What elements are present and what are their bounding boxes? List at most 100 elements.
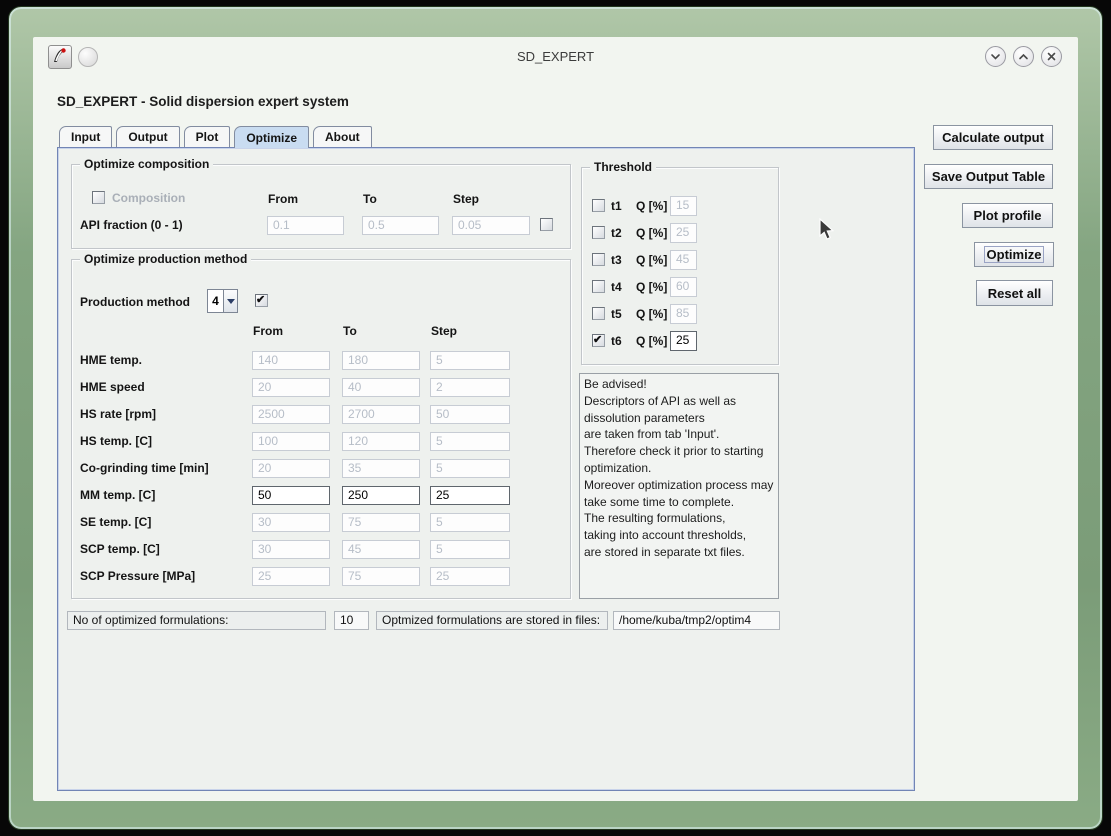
- t2-q-input[interactable]: 25: [670, 223, 697, 243]
- threshold-row: ✔ t2 Q [%] 25: [582, 223, 778, 243]
- button-label: Plot profile: [973, 208, 1042, 223]
- t6-checkbox[interactable]: ✔: [592, 334, 605, 347]
- row-label: HME speed: [80, 380, 145, 394]
- button-label: Optimize: [986, 247, 1042, 262]
- row-label: HS rate [rpm]: [80, 407, 157, 421]
- t3-q-input[interactable]: 45: [670, 250, 697, 270]
- from-input[interactable]: 25: [252, 567, 330, 586]
- step-input[interactable]: 50: [430, 405, 510, 424]
- tab-optimize[interactable]: Optimize: [234, 126, 309, 148]
- formulations-count-label: No of optimized formulations:: [67, 611, 326, 630]
- tab-plot[interactable]: Plot: [183, 126, 231, 147]
- window-title: SD_EXPERT: [516, 49, 595, 64]
- row-label: SE temp. [C]: [80, 515, 152, 529]
- t4-q-input[interactable]: 60: [670, 277, 697, 297]
- tab-output[interactable]: Output: [116, 126, 180, 147]
- t3-checkbox[interactable]: ✔: [592, 253, 605, 266]
- composition-checkbox[interactable]: ✔: [92, 191, 105, 204]
- api-fraction-step-input[interactable]: 0.05: [452, 216, 530, 235]
- row-label: SCP temp. [C]: [80, 542, 160, 556]
- q-label: Q [%]: [636, 226, 668, 240]
- from-input[interactable]: 2500: [252, 405, 330, 424]
- api-fraction-checkbox[interactable]: ✔: [540, 218, 553, 231]
- column-header-from: From: [253, 324, 283, 338]
- from-input[interactable]: 30: [252, 513, 330, 532]
- tab-about[interactable]: About: [313, 126, 372, 147]
- from-input[interactable]: 140: [252, 351, 330, 370]
- close-button[interactable]: [1041, 46, 1062, 67]
- to-input[interactable]: 75: [342, 513, 420, 532]
- plot-profile-button[interactable]: Plot profile: [962, 203, 1053, 228]
- close-icon: [1046, 51, 1057, 62]
- production-method-label: Production method: [80, 295, 190, 309]
- threshold-label: t6: [611, 334, 622, 348]
- threshold-row: ✔ t4 Q [%] 60: [582, 277, 778, 297]
- to-input[interactable]: 2700: [342, 405, 420, 424]
- threshold-row: ✔ t3 Q [%] 45: [582, 250, 778, 270]
- to-input[interactable]: 180: [342, 351, 420, 370]
- mouse-cursor-icon: [815, 217, 837, 247]
- t1-checkbox[interactable]: ✔: [592, 199, 605, 212]
- column-header-step: Step: [431, 324, 458, 338]
- calculate-output-button[interactable]: Calculate output: [933, 125, 1053, 150]
- formulations-count-value[interactable]: 10: [334, 611, 369, 630]
- t5-q-input[interactable]: 85: [670, 304, 697, 324]
- optimize-composition-group: Optimize composition ✔ Composition From …: [71, 157, 571, 249]
- t2-checkbox[interactable]: ✔: [592, 226, 605, 239]
- tab-input[interactable]: Input: [59, 126, 113, 147]
- check-icon: ✔: [256, 294, 266, 306]
- step-input[interactable]: 25: [430, 567, 510, 586]
- to-input[interactable]: 35: [342, 459, 420, 478]
- api-fraction-to-input[interactable]: 0.5: [362, 216, 439, 235]
- from-input[interactable]: 20: [252, 378, 330, 397]
- row-label: Co-grinding time [min]: [80, 461, 209, 475]
- from-input[interactable]: 100: [252, 432, 330, 451]
- t1-q-input[interactable]: 15: [670, 196, 697, 216]
- q-label: Q [%]: [636, 334, 668, 348]
- to-input[interactable]: 40: [342, 378, 420, 397]
- api-fraction-from-input[interactable]: 0.1: [267, 216, 344, 235]
- from-input[interactable]: 30: [252, 540, 330, 559]
- row-label: HS temp. [C]: [80, 434, 152, 448]
- maximize-button[interactable]: [1013, 46, 1034, 67]
- minimize-button[interactable]: [985, 46, 1006, 67]
- step-input[interactable]: 5: [430, 459, 510, 478]
- files-label: Optmized formulations are stored in file…: [376, 611, 608, 630]
- from-input[interactable]: 50: [252, 486, 330, 505]
- threshold-label: t2: [611, 226, 622, 240]
- threshold-row: ✔ t6 Q [%] 25: [582, 331, 778, 351]
- column-header-to: To: [343, 324, 357, 338]
- threshold-group: Threshold ✔ t1 Q [%] 15 ✔ t2 Q [%] 25 ✔ …: [581, 160, 779, 365]
- to-input[interactable]: 250: [342, 486, 420, 505]
- threshold-label: t3: [611, 253, 622, 267]
- step-input[interactable]: 5: [430, 351, 510, 370]
- button-label: Calculate output: [942, 130, 1044, 145]
- to-input[interactable]: 120: [342, 432, 420, 451]
- combo-arrow-button[interactable]: [223, 290, 237, 312]
- production-method-checkbox[interactable]: ✔: [255, 294, 268, 307]
- check-icon: ✔: [593, 334, 603, 346]
- from-input[interactable]: 20: [252, 459, 330, 478]
- reset-all-button[interactable]: Reset all: [976, 280, 1053, 306]
- composition-checkbox-label: Composition: [112, 191, 186, 205]
- step-input[interactable]: 5: [430, 513, 510, 532]
- t5-checkbox[interactable]: ✔: [592, 307, 605, 320]
- step-input[interactable]: 2: [430, 378, 510, 397]
- t4-checkbox[interactable]: ✔: [592, 280, 605, 293]
- to-input[interactable]: 45: [342, 540, 420, 559]
- step-input[interactable]: 5: [430, 432, 510, 451]
- q-label: Q [%]: [636, 280, 668, 294]
- tab-bar: Input Output Plot Optimize About: [59, 126, 372, 148]
- production-method-select[interactable]: 4: [207, 289, 238, 313]
- files-path-value[interactable]: /home/kuba/tmp2/optim4: [613, 611, 780, 630]
- row-label: MM temp. [C]: [80, 488, 156, 502]
- notice-textarea[interactable]: Be advised! Descriptors of API as well a…: [579, 373, 779, 599]
- optimize-button[interactable]: Optimize: [974, 242, 1054, 267]
- t6-q-input[interactable]: 25: [670, 331, 697, 351]
- q-label: Q [%]: [636, 307, 668, 321]
- save-output-table-button[interactable]: Save Output Table: [924, 164, 1053, 189]
- to-input[interactable]: 75: [342, 567, 420, 586]
- step-input[interactable]: 5: [430, 540, 510, 559]
- group-title: Threshold: [590, 160, 657, 174]
- step-input[interactable]: 25: [430, 486, 510, 505]
